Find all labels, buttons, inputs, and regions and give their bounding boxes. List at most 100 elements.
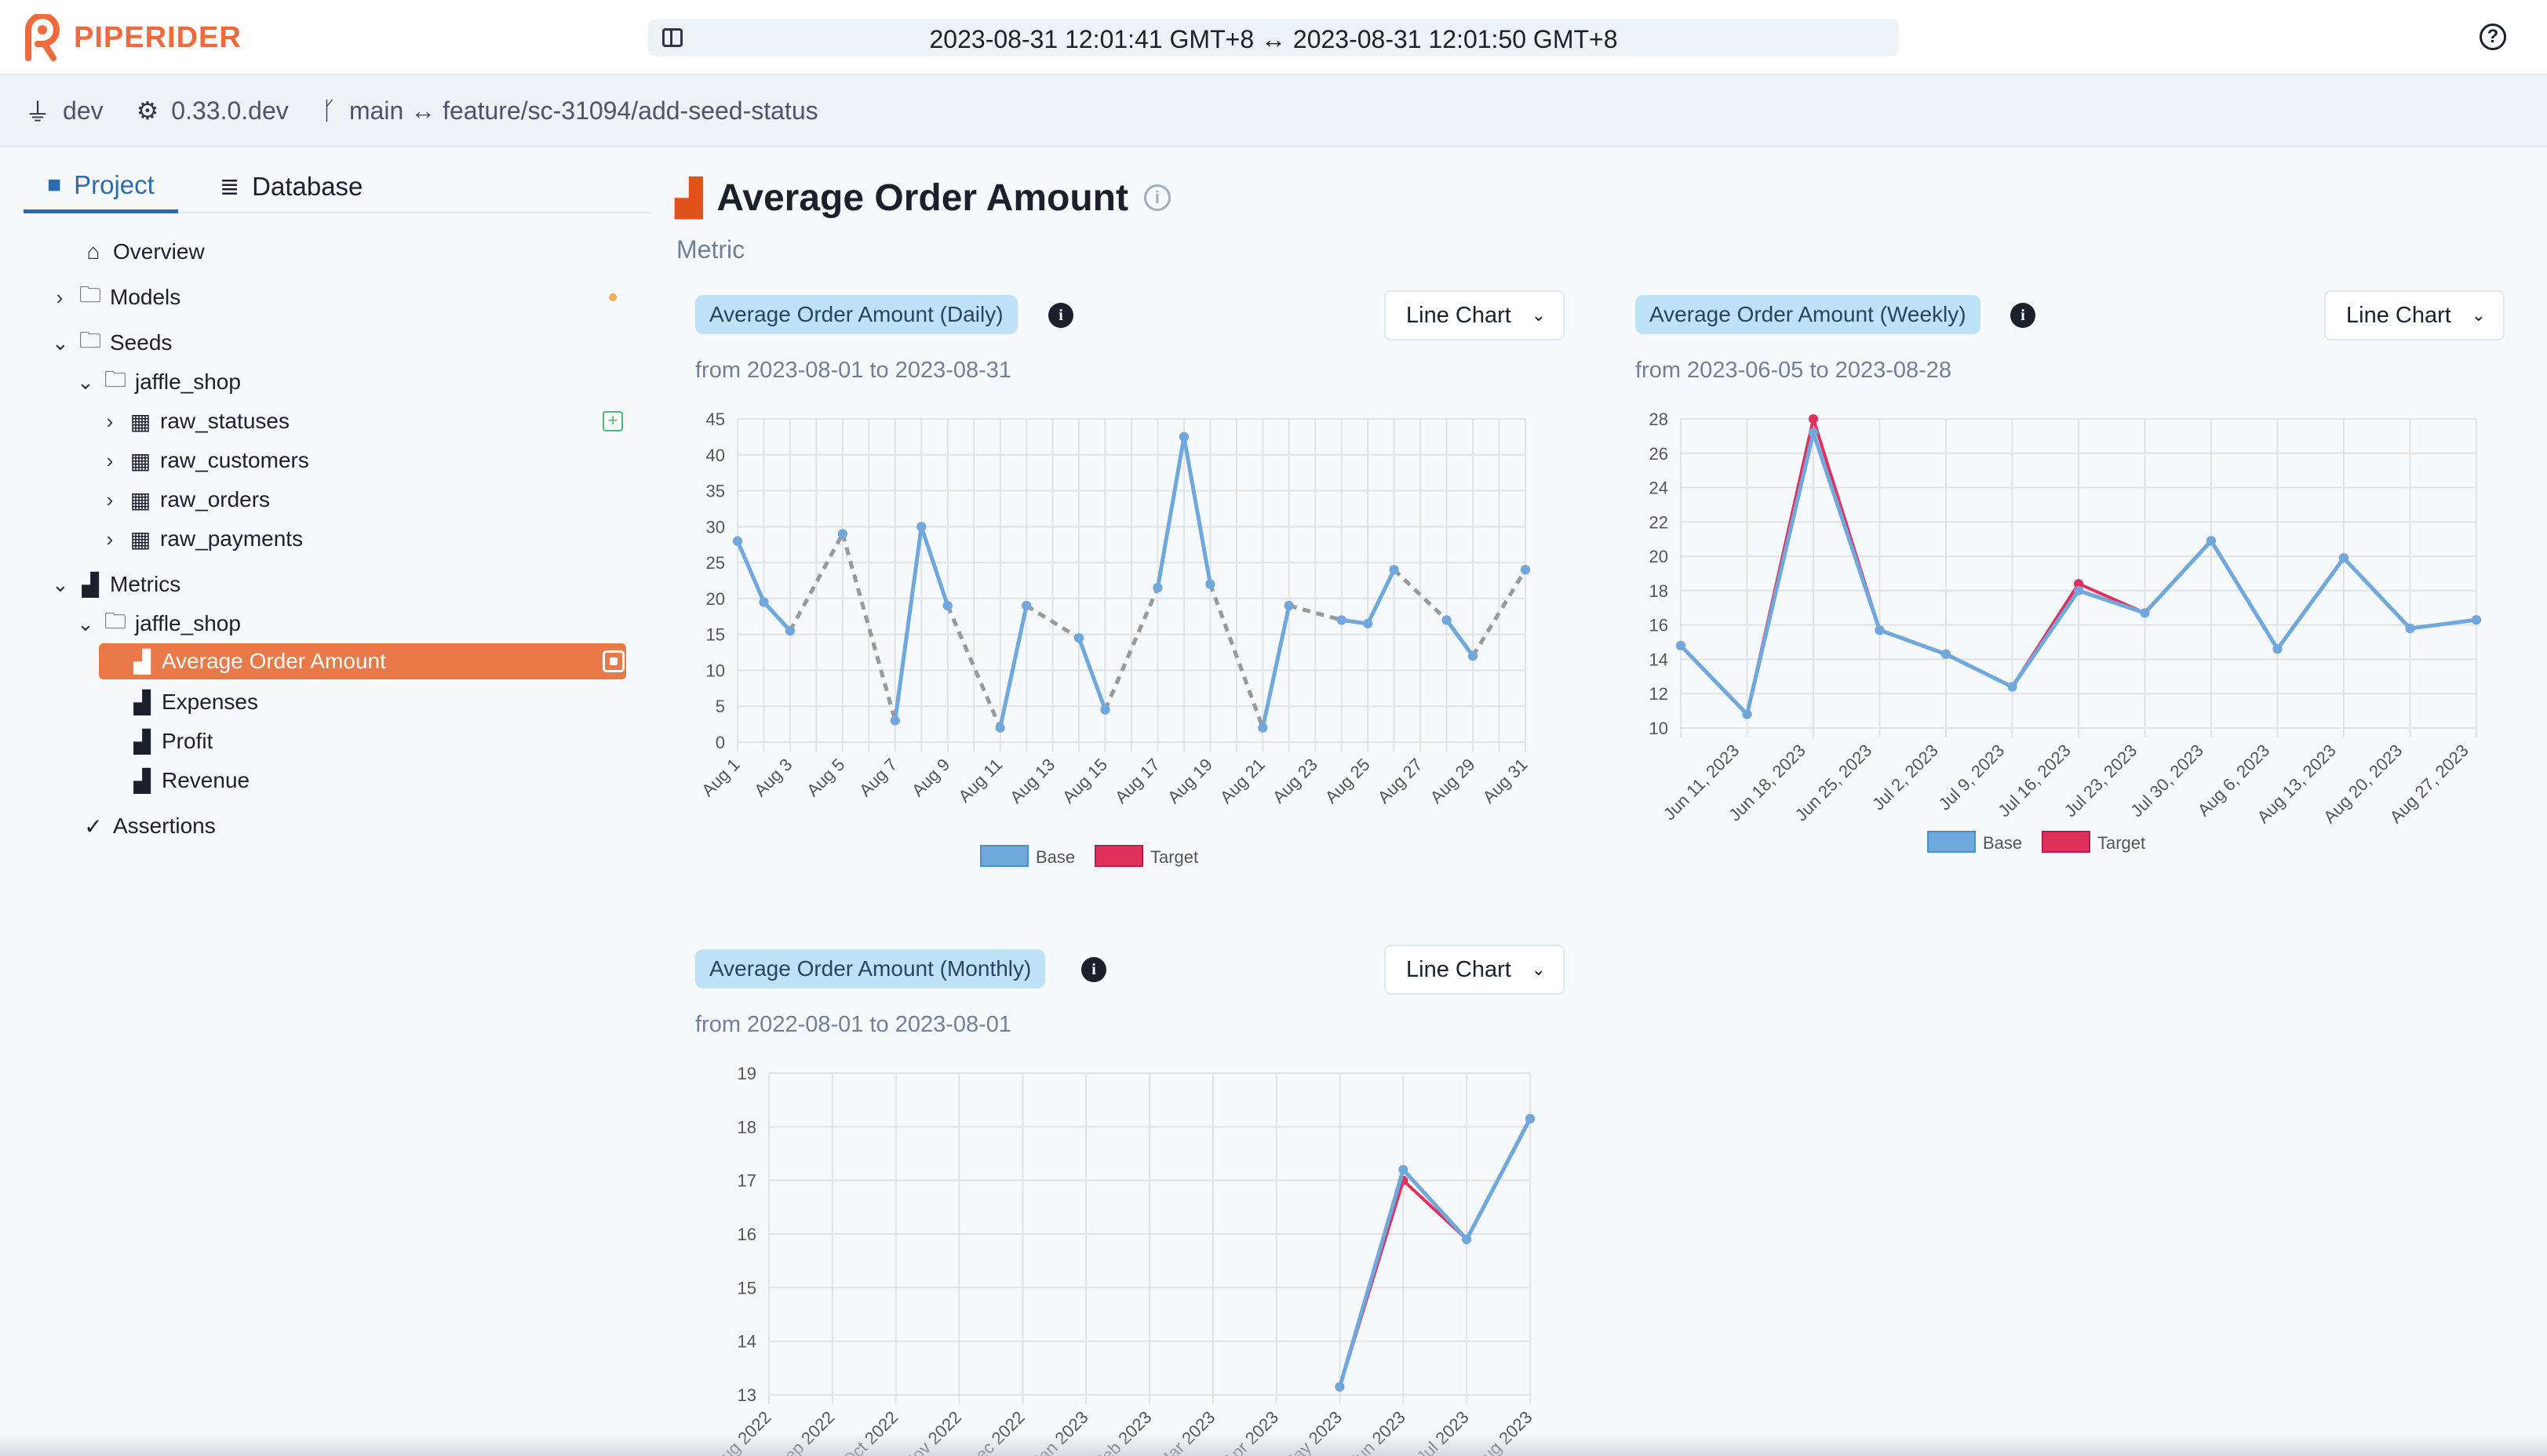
table-icon: ▦ [129,448,151,473]
x-tick-label: Aug 15 [1059,755,1111,807]
chevron-down-icon: ⌄ [1531,959,1546,979]
base-data-point [1335,1381,1345,1392]
tree-item-expenses[interactable]: ▟ Expenses [130,684,258,720]
chevron-down-icon: ⌄ [1531,305,1546,325]
changed-dot-icon [609,293,617,301]
monthly-line-chart[interactable]: 13141516171819Aug 2022Sep 2022 Oct 2022No… [675,1054,1546,1456]
tree-item-assertions[interactable]: ✓ Assertions [82,808,216,844]
tree-item-label: Models [110,285,181,309]
base-data-point [733,536,742,546]
base-series-line [1260,605,1292,729]
y-tick-label: 45 [706,410,725,429]
bar-chart-icon: ▟ [133,729,151,754]
env-indicator: ⏚ dev [25,93,104,129]
tree-item-average-order-amount[interactable]: ▟ Average Order Amount [99,643,626,679]
tree-item-metrics-jaffle-shop[interactable]: ⌄ 🗀 jaffle_shop [77,606,241,642]
base-data-point [1389,565,1399,575]
base-series-line [1077,637,1107,711]
x-tick-label: Aug 31 [1479,755,1532,807]
base-data-point [785,626,795,636]
tree-item-seeds-jaffle-shop[interactable]: ⌄ 🗀 jaffle_shop [77,364,241,400]
daily-chart-panel: Average Order Amount (Daily) i Line Char… [695,290,1566,875]
tab-project[interactable]: ■ Project [24,160,178,213]
tree-item-label: Revenue [162,768,250,792]
info-icon[interactable]: i [2010,303,2035,328]
y-tick-label: 18 [738,1117,756,1137]
table-icon: ▦ [129,526,151,551]
bar-chart-icon: ▟ [133,768,151,793]
base-data-point [1074,633,1084,643]
chart-type-select[interactable]: Line Chart ⌄ [1384,290,1565,340]
tree-item-raw-payments[interactable]: › ▦ raw_payments [102,521,303,557]
x-tick-label: Aug 27 [1374,755,1427,807]
y-tick-label: 15 [738,1278,756,1298]
y-tick-label: 10 [1649,719,1668,738]
chevron-right-icon[interactable]: › [102,488,118,512]
chevron-down-icon[interactable]: ⌄ [52,331,69,355]
tree-item-overview[interactable]: ⌂ Overview [82,234,205,270]
base-data-point [759,597,769,607]
chevron-down-icon[interactable]: ⌄ [77,612,94,636]
base-data-point [916,522,927,532]
y-tick-label: 10 [706,661,725,680]
legend-label-target: Target [1150,847,1198,867]
tree-item-raw-orders[interactable]: › ▦ raw_orders [102,482,270,518]
y-tick-label: 30 [706,517,725,537]
focus-icon[interactable] [603,650,625,672]
help-icon[interactable]: ? [2480,24,2506,50]
info-icon[interactable]: i [1048,303,1073,328]
y-tick-label: 19 [738,1064,756,1083]
base-data-point [2405,624,2415,634]
y-tick-label: 17 [738,1171,756,1191]
plug-icon: ⏚ [25,98,51,126]
base-series-line [998,605,1029,729]
x-tick-label: Aug 11 [954,755,1006,806]
bar-chart-icon: ▟ [675,177,703,218]
x-tick-label: Aug 7 [855,755,901,800]
tree-item-seeds[interactable]: ⌄ 🗀 Seeds [52,325,172,361]
tree-item-label: jaffle_shop [135,611,241,635]
tree-item-label: raw_payments [160,526,304,551]
chevron-right-icon[interactable]: › [52,286,67,310]
weekly-line-chart[interactable]: 10121416182022242628Jun 11, 2023Jun 18, … [1615,400,2486,871]
x-tick-label: Aug 25 [1321,755,1374,807]
base-data-point [1153,583,1163,593]
tree-item-label: raw_orders [160,487,271,511]
tree-item-revenue[interactable]: ▟ Revenue [130,763,250,799]
tab-database[interactable]: ≣ Database [196,160,386,213]
chart-type-select[interactable]: Line Chart ⌄ [2324,290,2505,340]
chevron-right-icon[interactable]: › [102,410,118,434]
base-data-point [837,529,847,539]
daily-line-chart[interactable]: 051015202530354045Aug 1 Aug 3 Aug 5 Aug 7 Au… [675,400,1546,871]
info-icon[interactable]: i [1081,957,1106,982]
target-series-line [1338,1118,1532,1388]
base-data-point [1258,723,1268,733]
chevron-down-icon: ⌄ [2471,305,2486,325]
tree-item-profit[interactable]: ▟ Profit [130,723,213,759]
chevron-right-icon[interactable]: › [102,449,118,473]
chevron-down-icon[interactable]: ⌄ [52,573,69,597]
chart-type-select[interactable]: Line Chart ⌄ [1384,945,1565,995]
base-data-point [2007,682,2017,692]
chart-type-select-value: Line Chart [1406,957,1511,982]
piperider-logo[interactable]: PIPERIDER [22,14,242,61]
y-tick-label: 14 [738,1332,756,1352]
tree-item-label: Assertions [113,814,216,838]
tree-item-label: jaffle_shop [135,369,241,394]
tree-item-raw-statuses[interactable]: › ▦ raw_statuses [102,403,290,439]
tree-item-label: raw_customers [160,448,309,472]
tree-item-metrics[interactable]: ⌄ ▟ Metrics [52,566,180,602]
tree-item-models[interactable]: › 🗀 Models [52,279,181,315]
chevron-right-icon[interactable]: › [102,527,118,551]
tree-item-raw-customers[interactable]: › ▦ raw_customers [102,442,309,479]
chevron-down-icon[interactable]: ⌄ [77,370,94,395]
x-tick-label: Aug 19 [1164,755,1216,807]
info-bar: ⏚ dev ⚙ 0.33.0.dev ᚴ main ↔ feature/sc-3… [0,75,2547,147]
base-data-point [1284,601,1294,611]
info-icon[interactable]: i [1143,184,1171,211]
base-data-point [1676,640,1685,650]
added-badge-icon: + [603,411,623,431]
panel-title-badge: Average Order Amount (Monthly) [695,949,1046,988]
legend-label-target: Target [2097,833,2145,853]
tree-item-label: Seeds [110,330,173,355]
